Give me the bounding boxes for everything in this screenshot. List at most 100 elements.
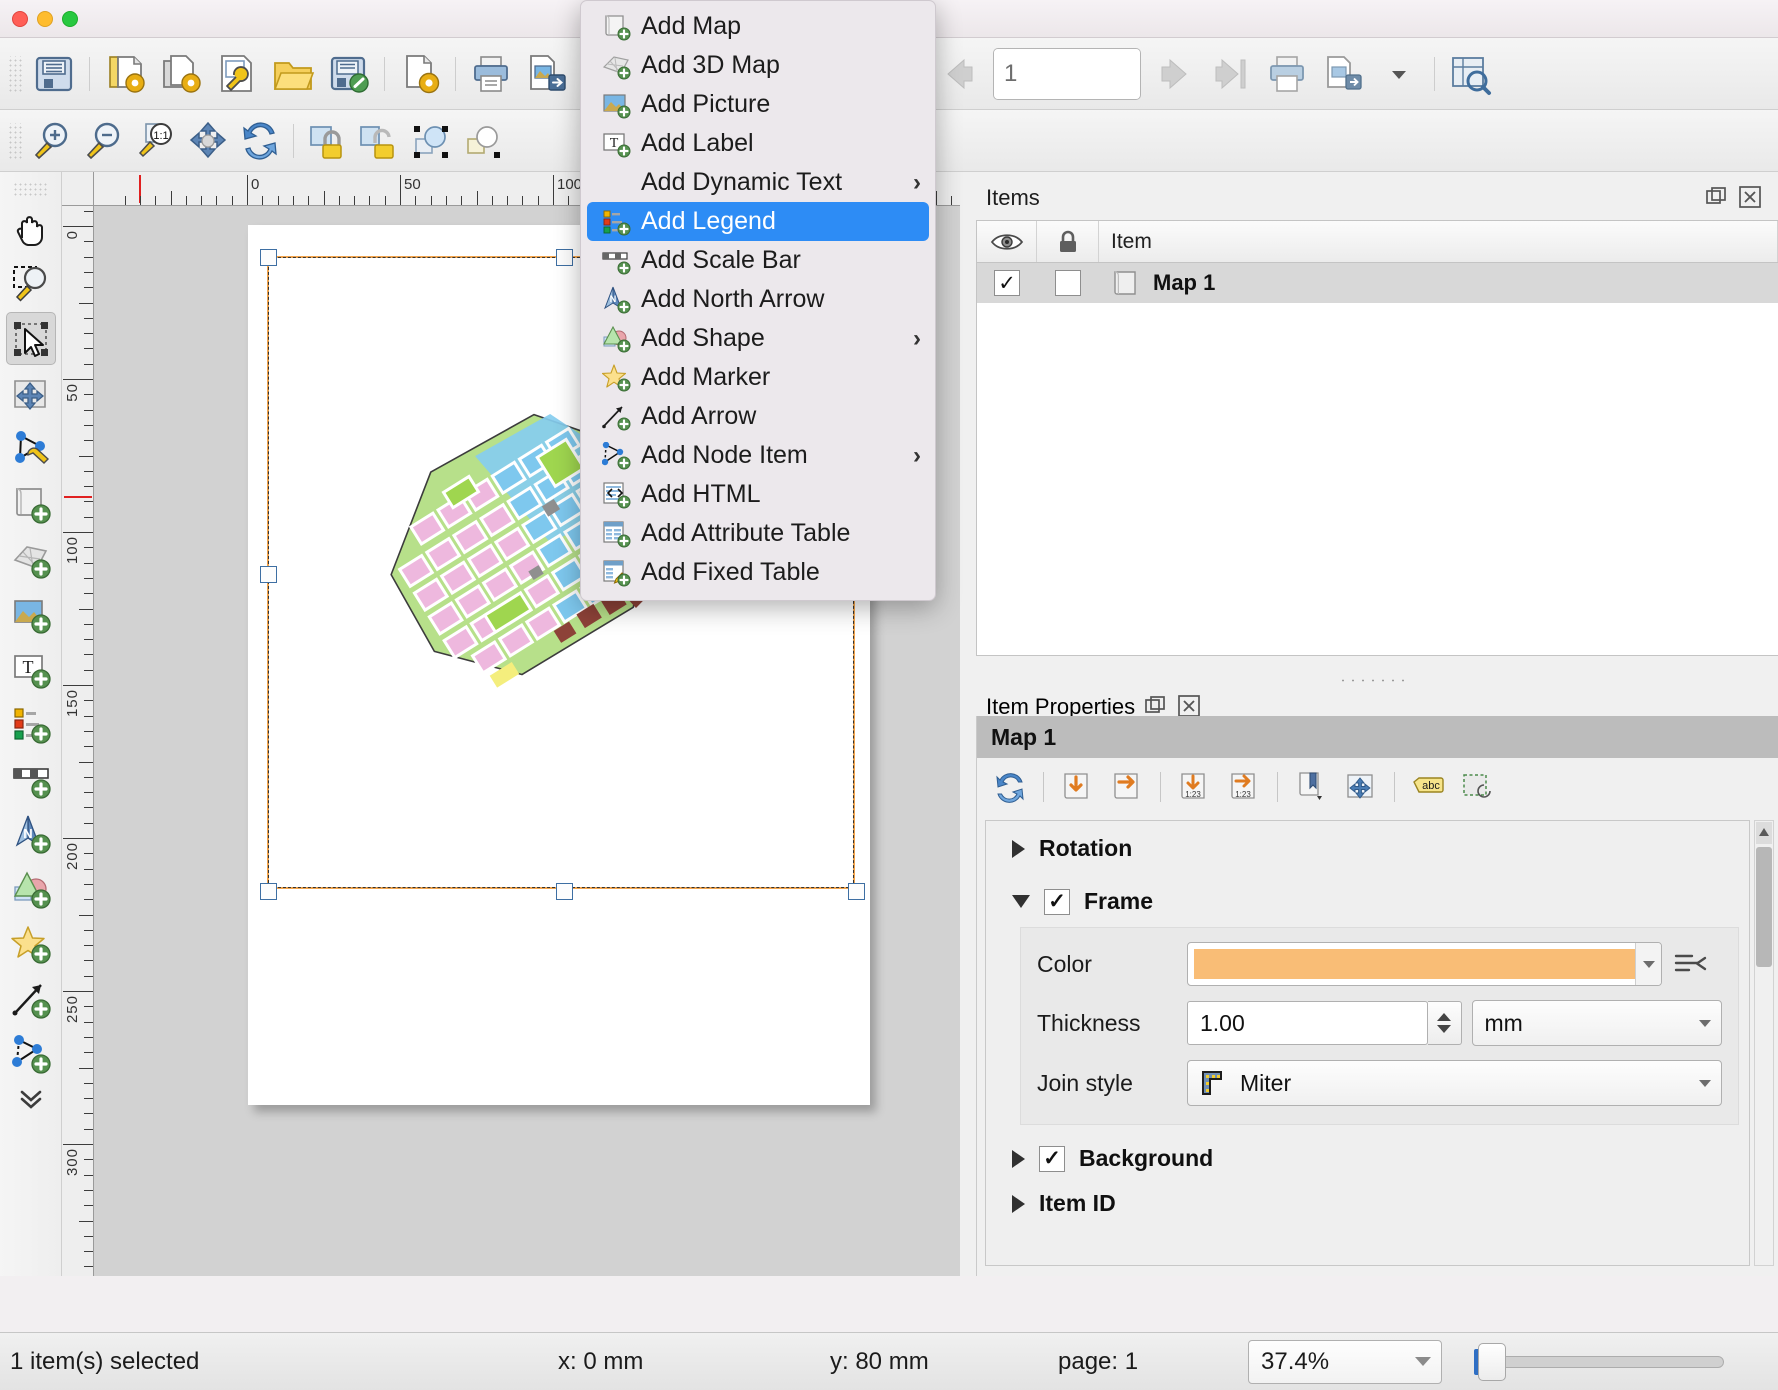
menu-item-add-legend[interactable]: Add Legend	[587, 202, 929, 241]
menu-item-add-arrow[interactable]: Add Arrow	[581, 397, 935, 436]
layout-context-menu[interactable]: Add Map Add 3D Map	[580, 0, 936, 601]
resize-handle-top-left[interactable]	[260, 249, 277, 266]
menu-item-add-north-arrow[interactable]: N Add North Arrow	[581, 280, 935, 319]
set-canvas-to-map-extent-button[interactable]	[1104, 765, 1150, 809]
set-canvas-to-map-scale-button[interactable]: 1:23	[1221, 765, 1267, 809]
menu-item-add-3d-map[interactable]: Add 3D Map	[581, 46, 935, 85]
frame-join-style-combo[interactable]: Miter	[1187, 1060, 1722, 1106]
select-all-button[interactable]	[405, 118, 457, 164]
table-row[interactable]: ✓ Map 1	[977, 263, 1778, 303]
row-visibility-checkbox[interactable]: ✓	[977, 270, 1037, 296]
close-window-button[interactable]	[12, 11, 28, 27]
menu-item-add-dynamic-text[interactable]: Add Dynamic Text ›	[581, 163, 935, 202]
page-number-spinbox[interactable]	[993, 48, 1141, 100]
print-atlas-button[interactable]	[1259, 46, 1315, 102]
zoom-slider-track[interactable]	[1486, 1356, 1724, 1368]
row-item-name-cell[interactable]: Map 1	[1099, 269, 1778, 297]
add-legend-tool[interactable]	[6, 697, 56, 750]
set-map-scale-to-canvas-button[interactable]: 1:23	[1171, 765, 1217, 809]
duplicate-layout-button[interactable]	[153, 46, 209, 102]
section-rotation[interactable]: Rotation	[986, 821, 1749, 874]
zoom-100-button[interactable]: 1:1	[130, 118, 182, 164]
set-map-extent-to-canvas-button[interactable]	[1054, 765, 1100, 809]
section-frame[interactable]: ✓ Frame	[986, 874, 1749, 927]
items-panel-float-button[interactable]	[1704, 185, 1730, 211]
add-scalebar-tool[interactable]	[6, 752, 56, 805]
scrollbar-thumb[interactable]	[1756, 847, 1772, 967]
add-marker-tool[interactable]	[6, 917, 56, 970]
page-number-input[interactable]	[994, 49, 1141, 99]
layout-properties-button[interactable]	[392, 46, 448, 102]
scroll-up-arrow[interactable]	[1756, 822, 1772, 844]
menu-item-add-map[interactable]: Add Map	[581, 7, 935, 46]
bookmarks-button[interactable]	[1288, 765, 1334, 809]
labeling-settings-button[interactable]: abc	[1405, 765, 1451, 809]
zoom-in-button[interactable]	[26, 118, 78, 164]
menu-item-add-marker[interactable]: Add Marker	[581, 358, 935, 397]
row-lock-checkbox[interactable]	[1037, 270, 1099, 296]
menu-item-add-fixed-table[interactable]: Add Fixed Table	[581, 553, 935, 592]
toolbar-drag-handle[interactable]	[8, 123, 22, 159]
edit-nodes-tool[interactable]	[6, 422, 56, 475]
frame-color-swatch[interactable]	[1194, 949, 1635, 979]
resize-handle-middle-left[interactable]	[260, 566, 277, 583]
frame-thickness-units-combo[interactable]: mm	[1472, 1000, 1723, 1046]
menu-item-add-label[interactable]: T Add Label	[581, 124, 935, 163]
frame-thickness-input[interactable]: 1.00	[1187, 1001, 1428, 1045]
save-as-template-button[interactable]	[321, 46, 377, 102]
layout-manager-button[interactable]	[209, 46, 265, 102]
zoom-full-button[interactable]	[182, 118, 234, 164]
zoom-slider[interactable]	[1468, 1340, 1730, 1384]
zoom-slider-handle[interactable]	[1478, 1343, 1506, 1381]
add-shape-tool[interactable]	[6, 862, 56, 915]
add-map-tool[interactable]	[6, 477, 56, 530]
previous-page-button[interactable]	[931, 46, 987, 102]
atlas-preview-button[interactable]	[1442, 46, 1498, 102]
resize-handle-bottom-left[interactable]	[260, 883, 277, 900]
select-move-tool[interactable]	[6, 312, 56, 365]
items-tree[interactable]: Item ✓ Map 1	[976, 220, 1778, 656]
section-item-id[interactable]: Item ID	[986, 1184, 1749, 1229]
column-header-item[interactable]: Item	[1099, 221, 1778, 262]
add-picture-tool[interactable]	[6, 587, 56, 640]
dock-splitter-handle[interactable]	[1338, 676, 1408, 685]
resize-handle-top-center[interactable]	[556, 249, 573, 266]
refresh-view-button[interactable]	[234, 118, 286, 164]
maximize-window-button[interactable]	[62, 11, 78, 27]
items-panel-close-button[interactable]	[1738, 185, 1764, 211]
frame-color-picker[interactable]	[1187, 942, 1662, 986]
update-map-preview-button[interactable]	[987, 765, 1033, 809]
item-properties-scrollbar[interactable]	[1754, 820, 1774, 1266]
column-header-visibility[interactable]	[977, 221, 1037, 262]
last-page-button[interactable]	[1203, 46, 1259, 102]
stepper-down-icon[interactable]	[1437, 1025, 1451, 1033]
lock-items-button[interactable]	[301, 118, 353, 164]
item-properties-scroll-area[interactable]: Rotation ✓ Frame Color	[985, 820, 1750, 1266]
section-background[interactable]: ✓ Background	[986, 1131, 1749, 1184]
pan-tool[interactable]	[6, 202, 56, 255]
zoom-tool[interactable]	[6, 257, 56, 310]
atlas-settings-dropdown-button[interactable]	[1371, 46, 1427, 102]
menu-item-add-picture[interactable]: Add Picture	[581, 85, 935, 124]
menu-item-add-node-item[interactable]: Add Node Item ›	[581, 436, 935, 475]
menu-item-add-html[interactable]: Add HTML	[581, 475, 935, 514]
zoom-out-button[interactable]	[78, 118, 130, 164]
interactively-edit-extent-button[interactable]	[1338, 765, 1384, 809]
deselect-all-button[interactable]	[457, 118, 509, 164]
menu-item-add-attribute-table[interactable]: Add Attribute Table	[581, 514, 935, 553]
add-3d-map-tool[interactable]	[6, 532, 56, 585]
resize-handle-bottom-right[interactable]	[848, 883, 865, 900]
add-node-item-tool[interactable]	[6, 1027, 56, 1080]
menu-item-add-shape[interactable]: Add Shape ›	[581, 319, 935, 358]
export-atlas-button[interactable]	[1315, 46, 1371, 102]
vertical-ruler[interactable]: 050100150200250300	[62, 206, 94, 1276]
add-label-tool[interactable]: T	[6, 642, 56, 695]
resize-handle-bottom-center[interactable]	[556, 883, 573, 900]
add-north-arrow-tool[interactable]: N	[6, 807, 56, 860]
map-clipping-button[interactable]	[1455, 765, 1501, 809]
next-page-button[interactable]	[1147, 46, 1203, 102]
print-button[interactable]	[463, 46, 519, 102]
frame-thickness-stepper[interactable]	[1428, 1001, 1462, 1045]
new-layout-button[interactable]	[97, 46, 153, 102]
toolbar-drag-handle[interactable]	[8, 56, 22, 92]
